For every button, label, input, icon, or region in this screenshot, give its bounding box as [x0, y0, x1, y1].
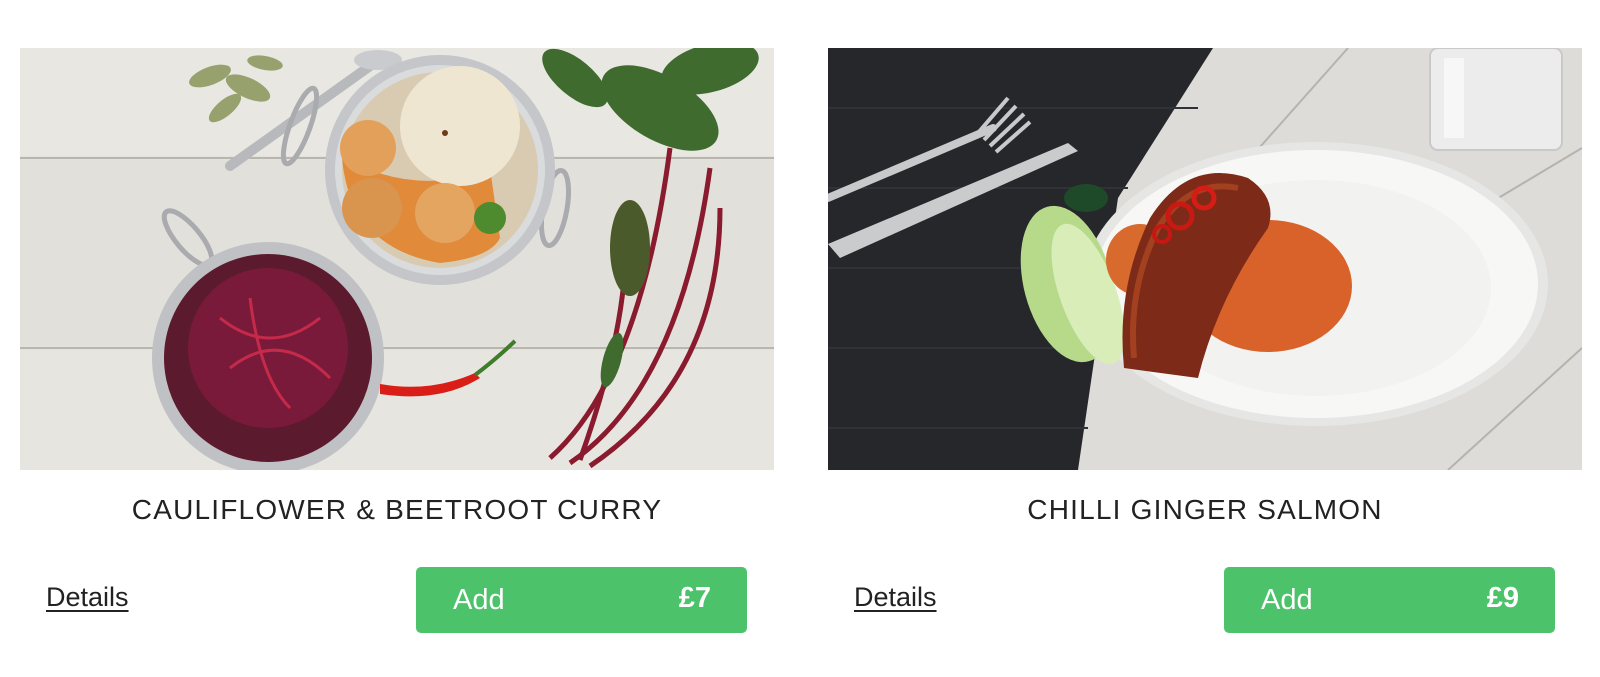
curry-dish-photo: [20, 48, 774, 470]
meal-price: £9: [1486, 582, 1519, 614]
meal-title: CAULIFLOWER & BEETROOT CURRY: [131, 494, 663, 525]
meal-card: CAULIFLOWER & BEETROOT CURRY Details Add…: [20, 48, 774, 648]
details-link[interactable]: Details: [46, 582, 129, 613]
meal-grid: CAULIFLOWER & BEETROOT CURRY Details Add…: [0, 0, 1600, 677]
details-link[interactable]: Details: [854, 582, 937, 613]
meal-photo-salmon[interactable]: [828, 48, 1582, 470]
add-to-basket-button[interactable]: Add £7: [416, 567, 747, 633]
add-to-basket-button[interactable]: Add £9: [1224, 567, 1555, 633]
salmon-dish-photo: [828, 48, 1582, 470]
add-button-label: Add: [453, 584, 505, 616]
meal-card: CHILLI GINGER SALMON Details Add £9: [828, 48, 1582, 648]
add-button-label: Add: [1261, 584, 1313, 616]
meal-photo-curry[interactable]: [20, 48, 774, 470]
meal-price: £7: [678, 582, 711, 614]
meal-title: CHILLI GINGER SALMON: [1027, 494, 1383, 525]
